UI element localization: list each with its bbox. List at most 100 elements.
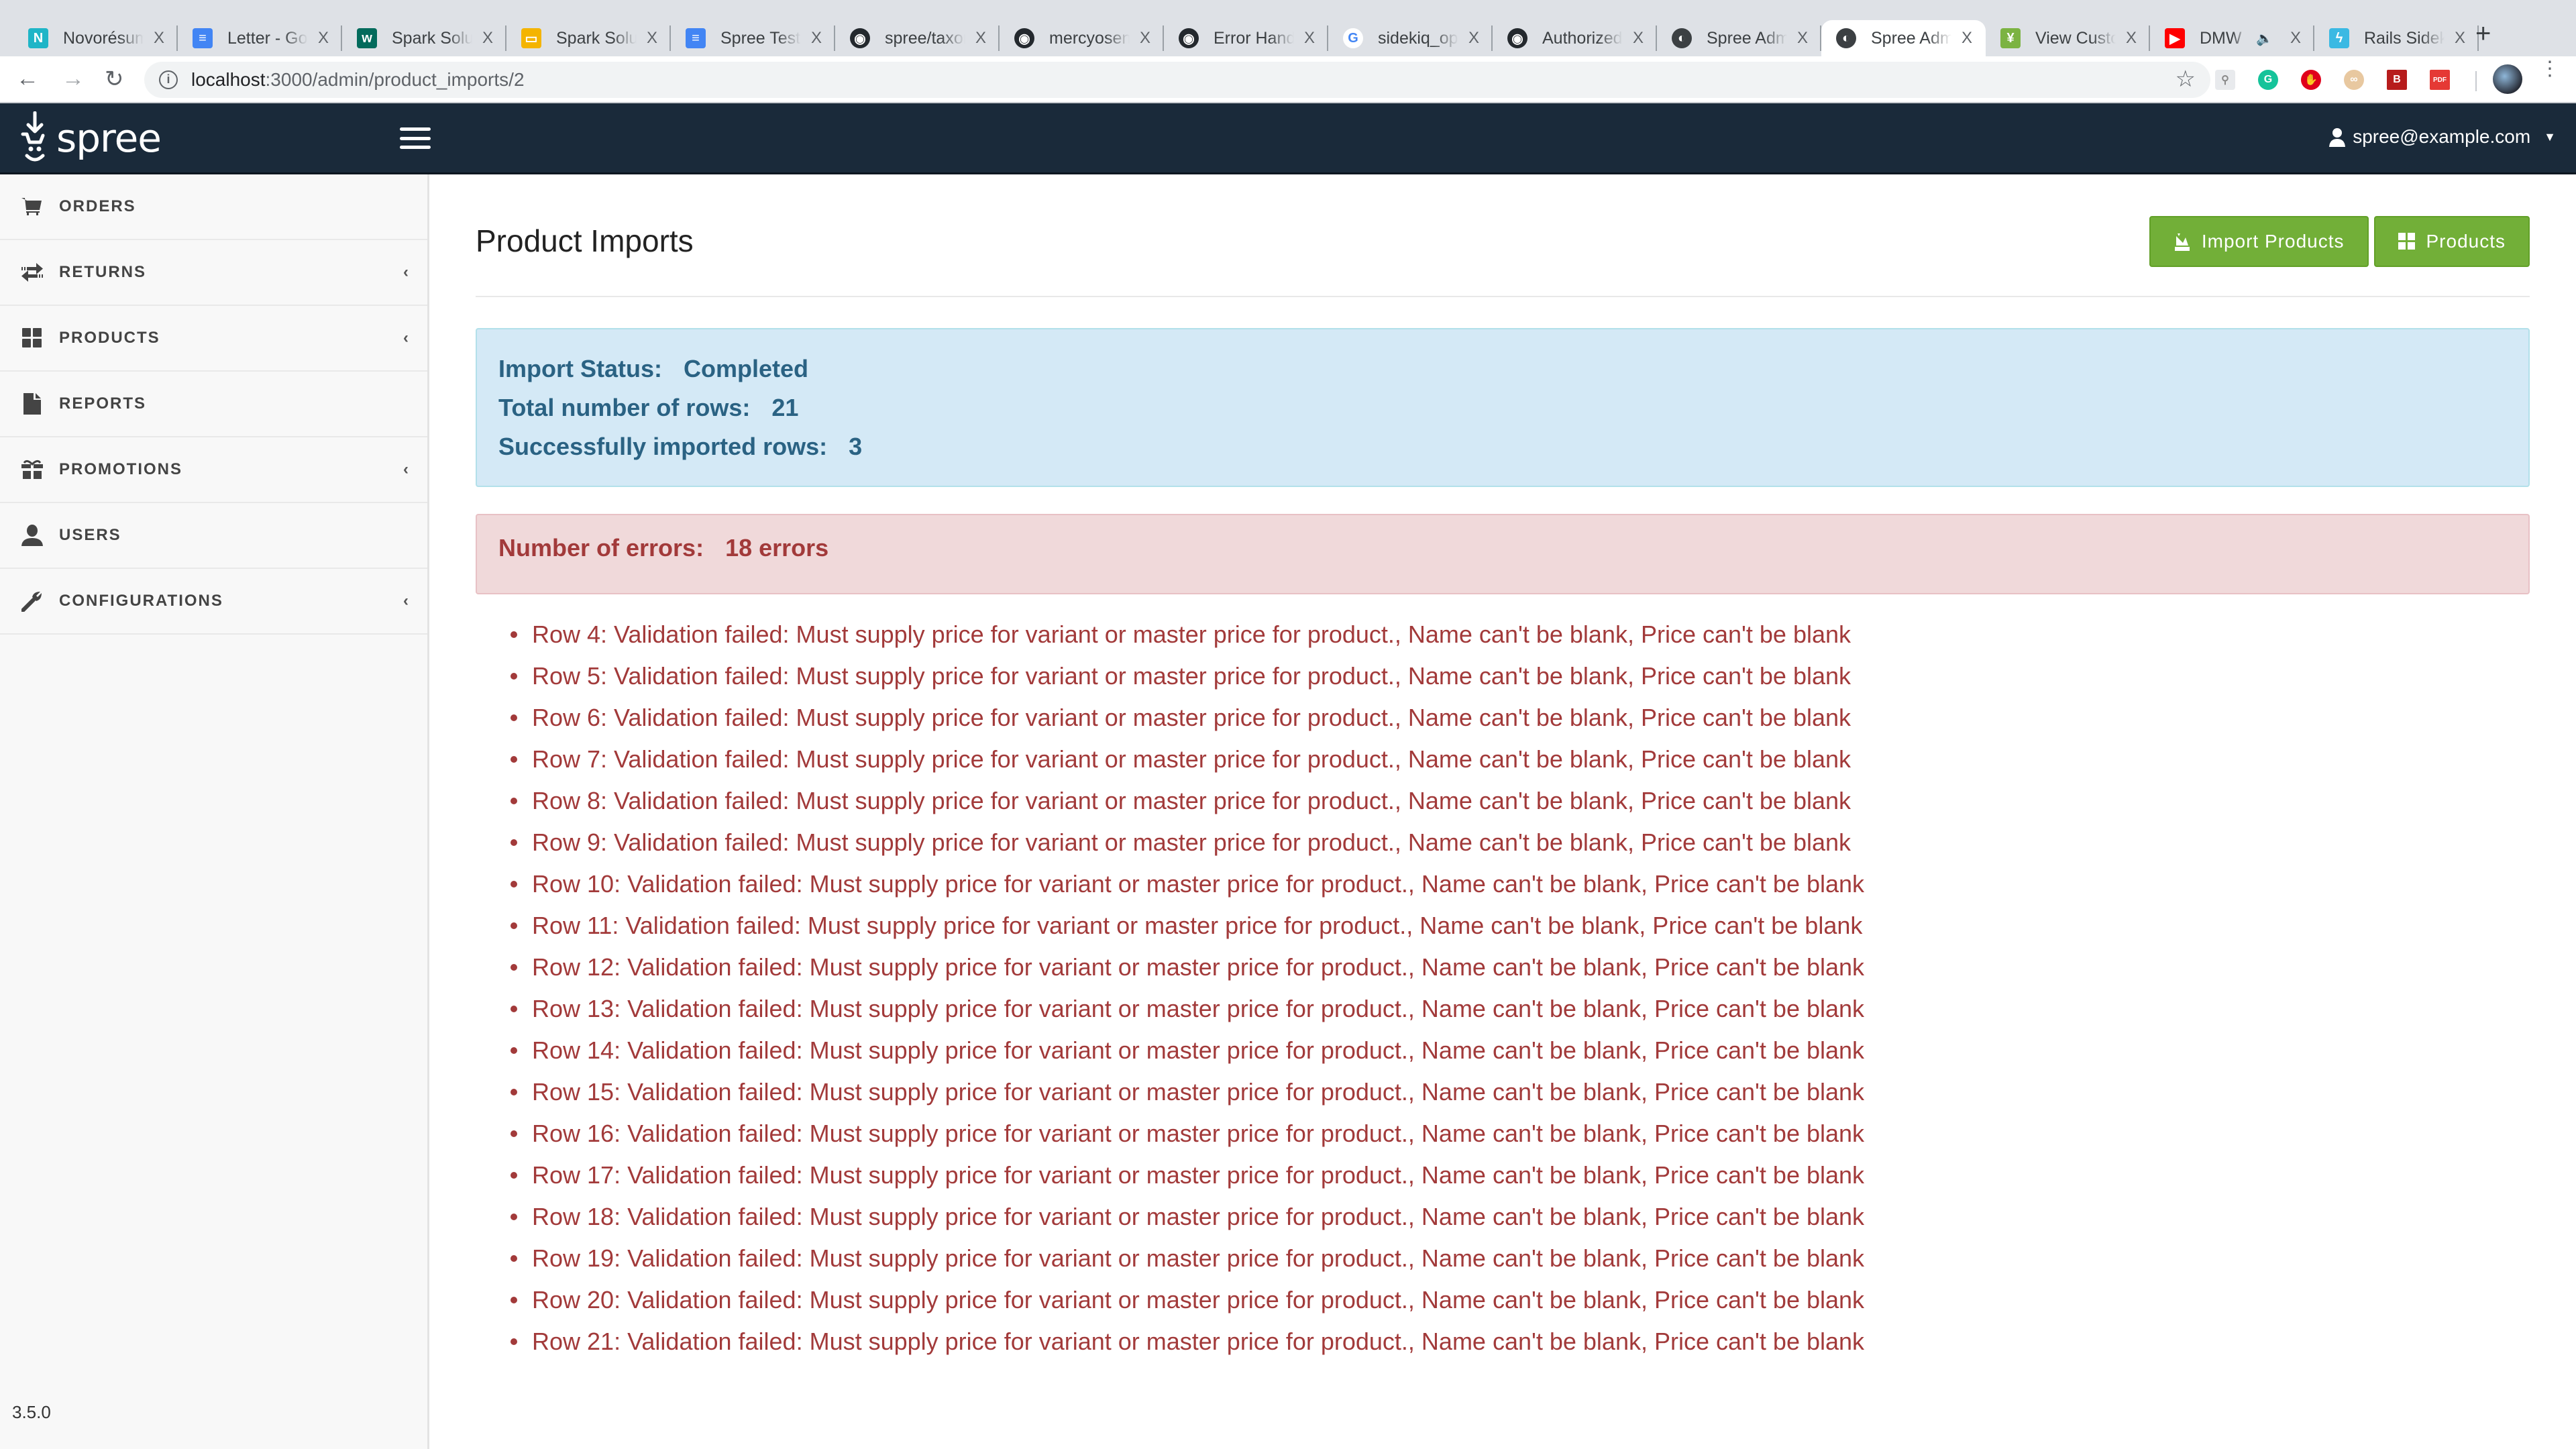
browser-tab[interactable]: ▶ DMW 🔈 X bbox=[2150, 20, 2314, 56]
errors-summary-panel: Number of errors: 18 errors bbox=[476, 514, 2530, 594]
errors-count-label: Number of errors: bbox=[498, 534, 704, 561]
grid-icon bbox=[20, 326, 44, 350]
browser-tab[interactable]: Gsidekiq_options X bbox=[1328, 20, 1493, 56]
hamburger-line bbox=[400, 136, 431, 140]
error-message: Row 9: Validation failed: Must supply pr… bbox=[532, 828, 1851, 856]
sidebar-item-users[interactable]: USERS bbox=[0, 503, 427, 569]
browser-tab[interactable]: ▭ Spark Solutions X bbox=[506, 20, 671, 56]
browser-tab[interactable]: ◐ Spree Admin X bbox=[1821, 20, 1986, 56]
user-menu[interactable]: spree@example.com ▼ bbox=[2328, 126, 2556, 148]
close-tab-icon[interactable]: X bbox=[975, 29, 986, 48]
profile-avatar[interactable] bbox=[2493, 64, 2522, 94]
browser-menu-icon[interactable]: ⋮ bbox=[2540, 59, 2560, 79]
chevron-left-icon[interactable]: ‹ bbox=[403, 592, 409, 610]
error-list-item: Row 7: Validation failed: Must supply pr… bbox=[511, 739, 1864, 780]
spree-logo[interactable]: spree bbox=[20, 111, 162, 165]
error-list-item: Row 20: Validation failed: Must supply p… bbox=[511, 1279, 1864, 1321]
sidebar-item-label: ORDERS bbox=[59, 197, 136, 215]
sidebar-item-orders[interactable]: ORDERS bbox=[0, 174, 427, 240]
sidebar-item-products[interactable]: PRODUCTS ‹ bbox=[0, 306, 427, 372]
url-text[interactable]: localhost:3000/admin/product_imports/2 bbox=[191, 69, 525, 91]
error-list-item: Row 13: Validation failed: Must supply p… bbox=[511, 988, 1864, 1030]
chevron-left-icon[interactable]: ‹ bbox=[403, 329, 409, 347]
close-tab-icon[interactable]: X bbox=[318, 29, 329, 48]
bitdefender-icon[interactable]: B bbox=[2387, 70, 2407, 90]
browser-tab[interactable]: ◐ Spree Admin X bbox=[1657, 20, 1821, 56]
error-list-item: Row 19: Validation failed: Must supply p… bbox=[511, 1238, 1864, 1279]
browser-tab[interactable]: ϟ Rails Sidekiq X bbox=[2314, 20, 2479, 56]
bullet-icon bbox=[511, 1047, 517, 1054]
products-button[interactable]: Products bbox=[2373, 216, 2530, 267]
bullet-icon bbox=[511, 881, 517, 888]
close-tab-icon[interactable]: X bbox=[1633, 29, 1644, 48]
sidebar: ORDERS RETURNS ‹ PRODUCTS ‹ REPORTS PROMOTIONS… bbox=[0, 174, 429, 1449]
bullet-icon bbox=[511, 922, 517, 929]
browser-tab[interactable]: w Spark Solutions X bbox=[342, 20, 506, 56]
error-list-item: Row 14: Validation failed: Must supply p… bbox=[511, 1030, 1864, 1071]
forward-button[interactable]: → bbox=[62, 66, 85, 92]
browser-tab[interactable]: ◉ spree/taxons X bbox=[835, 20, 1000, 56]
url-path: :3000/admin/product_imports/2 bbox=[265, 69, 525, 90]
error-message: Row 14: Validation failed: Must supply p… bbox=[532, 1036, 1865, 1064]
sidebar-toggle-button[interactable] bbox=[400, 127, 431, 149]
app-version: 3.5.0 bbox=[12, 1402, 51, 1422]
success-rows-label: Successfully imported rows: bbox=[498, 433, 828, 460]
error-message: Row 18: Validation failed: Must supply p… bbox=[532, 1203, 1865, 1230]
close-tab-icon[interactable]: X bbox=[1962, 29, 1972, 48]
import-products-button[interactable]: Import Products bbox=[2149, 216, 2369, 267]
tab-title: sidekiq_options bbox=[1378, 28, 1458, 48]
close-tab-icon[interactable]: X bbox=[1140, 29, 1150, 48]
url-host: localhost bbox=[191, 69, 266, 90]
ext-glasses-icon[interactable]: ∞ bbox=[2344, 70, 2364, 90]
browser-tab[interactable]: N Novorésumé X bbox=[13, 20, 178, 56]
import-products-label: Import Products bbox=[2201, 231, 2345, 252]
audio-playing-icon[interactable]: 🔈 bbox=[2256, 30, 2273, 47]
bullet-icon bbox=[511, 839, 517, 846]
close-tab-icon[interactable]: X bbox=[1468, 29, 1479, 48]
sidebar-item-returns[interactable]: RETURNS ‹ bbox=[0, 240, 427, 306]
reload-button[interactable]: ↻ bbox=[105, 66, 124, 93]
tab-title: Spree Admin bbox=[1707, 28, 1787, 48]
error-message: Row 10: Validation failed: Must supply p… bbox=[532, 870, 1865, 898]
close-tab-icon[interactable]: X bbox=[811, 29, 822, 48]
browser-tab[interactable]: ◉ Error Handling X bbox=[1164, 20, 1328, 56]
back-button[interactable]: ← bbox=[16, 66, 39, 92]
browser-tab[interactable]: ¥ View Customer X bbox=[1986, 20, 2150, 56]
close-tab-icon[interactable]: X bbox=[154, 29, 164, 48]
bullet-icon bbox=[511, 1214, 517, 1220]
total-rows-value: 21 bbox=[771, 394, 799, 421]
sidebar-item-configurations[interactable]: CONFIGURATIONS ‹ bbox=[0, 569, 427, 635]
pdfjs-icon[interactable]: PDF bbox=[2430, 70, 2450, 90]
chevron-left-icon[interactable]: ‹ bbox=[403, 263, 409, 282]
browser-tab[interactable]: ◉ mercyoseni X bbox=[1000, 20, 1164, 56]
info-icon[interactable]: i bbox=[159, 70, 178, 89]
browser-tab[interactable]: ≡ Spree Test X bbox=[671, 20, 835, 56]
close-tab-icon[interactable]: X bbox=[1797, 29, 1808, 48]
grammarly-icon[interactable]: G bbox=[2258, 70, 2278, 90]
gift-icon bbox=[20, 458, 44, 482]
new-tab-button[interactable]: + bbox=[2475, 19, 2491, 49]
address-bar[interactable]: i localhost:3000/admin/product_imports/2… bbox=[144, 62, 2210, 98]
browser-tab[interactable]: ≡ Letter - Google Docs X bbox=[178, 20, 342, 56]
close-tab-icon[interactable]: X bbox=[1304, 29, 1315, 48]
sidebar-item-promotions[interactable]: PROMOTIONS ‹ bbox=[0, 437, 427, 503]
close-tab-icon[interactable]: X bbox=[647, 29, 657, 48]
close-tab-icon[interactable]: X bbox=[2126, 29, 2137, 48]
adblock-icon[interactable]: ✋ bbox=[2301, 70, 2321, 90]
bullet-icon bbox=[511, 1130, 517, 1137]
workable-icon: w bbox=[357, 28, 377, 48]
close-tab-icon[interactable]: X bbox=[482, 29, 493, 48]
close-tab-icon[interactable]: X bbox=[2455, 29, 2465, 48]
sitemap-extension-icon[interactable]: ⚲ bbox=[2215, 70, 2235, 90]
error-list-item: Row 8: Validation failed: Must supply pr… bbox=[511, 780, 1864, 822]
chevron-left-icon[interactable]: ‹ bbox=[403, 460, 409, 479]
sidebar-item-reports[interactable]: REPORTS bbox=[0, 372, 427, 437]
title-divider bbox=[476, 296, 2530, 297]
tab-title: Spark Solutions bbox=[392, 28, 472, 48]
browser-tab[interactable]: ◉ Authorized X bbox=[1493, 20, 1657, 56]
close-tab-icon[interactable]: X bbox=[2290, 29, 2301, 48]
github-icon: ◉ bbox=[1507, 28, 1527, 48]
error-message: Row 4: Validation failed: Must supply pr… bbox=[532, 621, 1851, 648]
bullet-icon bbox=[511, 1255, 517, 1262]
bookmark-star-icon[interactable]: ☆ bbox=[2176, 66, 2196, 93]
